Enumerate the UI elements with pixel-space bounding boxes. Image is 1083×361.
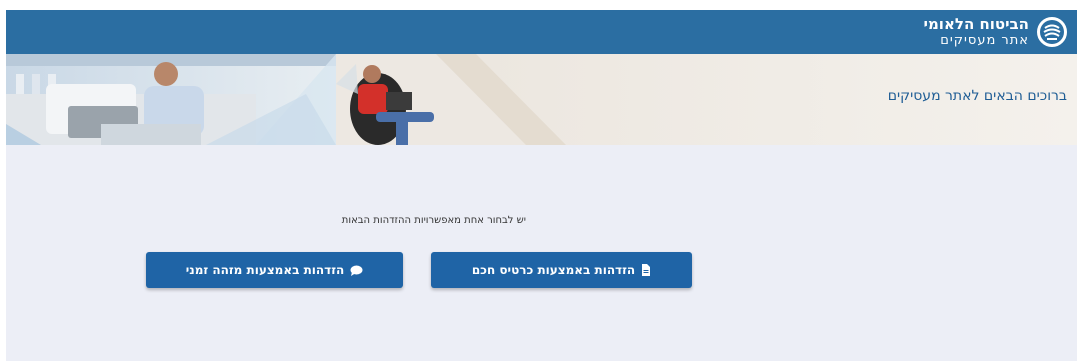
chat-bubble-icon [350,265,363,276]
top-header-bar: הביטוח הלאומי אתר מעסיקים [6,10,1077,54]
brand-subtitle: אתר מעסיקים [940,33,1029,48]
welcome-banner: ברוכים הבאים לאתר מעסיקים [6,54,1077,145]
document-icon [641,264,651,276]
temporary-id-login-button[interactable]: הזדהות באמצעות מזהה זמני [146,252,403,288]
smart-card-login-button[interactable]: הזדהות באמצעות כרטיס חכם [431,252,692,288]
brand-text: הביטוח הלאומי אתר מעסיקים [923,15,1029,48]
temporary-id-login-label: הזדהות באמצעות מזהה זמני [185,263,345,277]
welcome-text: ברוכים הבאים לאתר מעסיקים [887,88,1067,104]
brand[interactable]: הביטוח הלאומי אתר מעסיקים [924,14,1067,50]
identification-prompt: יש לבחור אחת מאפשרויות ההזדהות הבאות [341,215,526,226]
brand-title: הביטוח הלאומי [923,15,1029,33]
page-frame: הביטוח הלאומי אתר מעסיקים ברוכים הבאים ל… [6,10,1077,361]
smart-card-login-label: הזדהות באמצעות כרטיס חכם [471,263,636,277]
national-insurance-logo-icon [1037,17,1067,47]
